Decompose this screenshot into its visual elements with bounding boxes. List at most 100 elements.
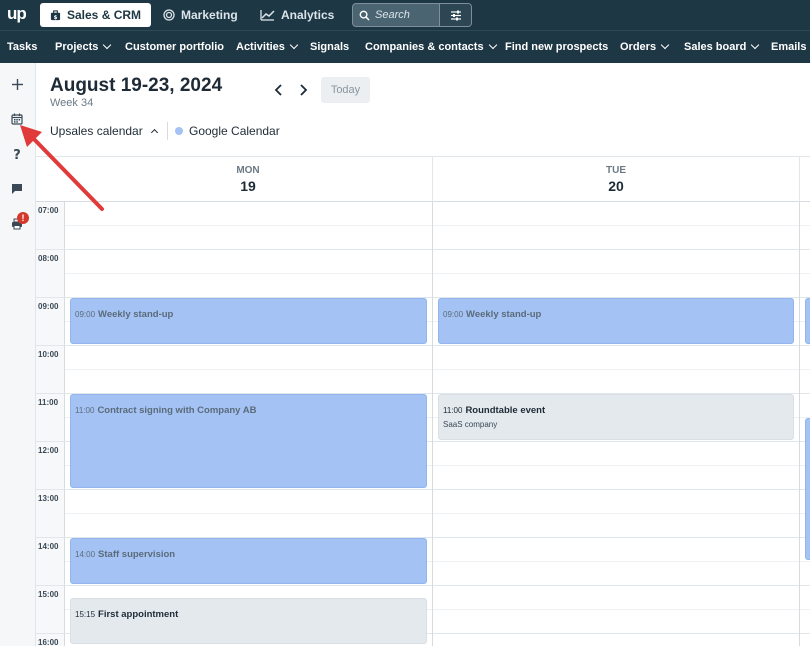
svg-text:?: ? <box>13 148 21 161</box>
time-label: 10:00 <box>38 350 59 359</box>
calendar-event-partial[interactable] <box>805 418 810 560</box>
grid-line <box>65 585 810 586</box>
divider <box>167 122 168 140</box>
day-divider <box>432 157 433 203</box>
week-label: Week 34 <box>50 97 94 109</box>
google-calendar-toggle[interactable]: Google Calendar <box>175 124 280 138</box>
nav-activities[interactable]: Activities <box>236 40 299 53</box>
nav-emails[interactable]: Emails <box>771 41 806 53</box>
chevron-down-icon <box>660 40 670 50</box>
nav-orders[interactable]: Orders <box>620 40 670 53</box>
day-divider <box>799 202 800 646</box>
grid-line <box>36 585 65 586</box>
nav-tasks[interactable]: Tasks <box>7 41 37 53</box>
grid-line <box>36 537 65 538</box>
nav-projects-label: Projects <box>55 41 99 53</box>
previous-week-button[interactable] <box>271 82 287 98</box>
calendar-event[interactable]: 15:15 First appointment <box>70 598 427 644</box>
printer-icon[interactable]: ! <box>9 212 29 232</box>
today-button[interactable]: Today <box>321 77 370 103</box>
calendar-event-partial[interactable] <box>805 298 810 344</box>
chevron-down-icon <box>289 40 299 50</box>
nav-customer-portfolio[interactable]: Customer portfolio <box>125 41 224 53</box>
grid-line <box>65 489 810 490</box>
time-label: 15:00 <box>38 590 59 599</box>
grid-line <box>65 249 810 250</box>
google-calendar-dot <box>175 127 183 135</box>
nav-activities-label: Activities <box>236 41 285 53</box>
time-label: 08:00 <box>38 254 59 263</box>
day-number: 20 <box>608 178 624 194</box>
event-time: 11:00 <box>443 406 463 415</box>
chevron-down-icon <box>488 40 497 50</box>
event-title: Weekly stand-up <box>98 309 174 320</box>
logo[interactable]: up <box>7 4 27 24</box>
nav-companies-contacts-label: Companies & contacts <box>365 41 484 53</box>
grid-line <box>36 393 65 394</box>
tab-marketing[interactable]: Marketing <box>163 3 238 27</box>
next-week-button[interactable] <box>295 82 311 98</box>
event-time: 11:00 <box>75 406 95 415</box>
nav-signals[interactable]: Signals <box>310 41 349 53</box>
plus-icon[interactable] <box>9 76 25 92</box>
calendar-event[interactable]: 09:00 Weekly stand-up <box>70 298 427 344</box>
calendar-event[interactable]: 09:00 Weekly stand-up <box>438 298 794 344</box>
grid-line <box>36 633 65 634</box>
chevron-right-icon <box>300 84 308 96</box>
nav-emails-label: Emails <box>771 41 807 53</box>
event-title: Contract signing with Company AB <box>97 405 257 416</box>
day-header-mon[interactable]: MON 19 <box>208 165 288 194</box>
nav-signals-label: Signals <box>310 41 350 53</box>
event-subtitle: SaaS company <box>443 420 498 429</box>
nav-find-new-prospects-label: Find new prospects <box>505 41 609 53</box>
event-title: First appointment <box>98 609 179 620</box>
grid-line <box>65 225 810 226</box>
alert-badge: ! <box>17 212 29 224</box>
grid-line <box>65 513 810 514</box>
day-divider <box>432 202 433 646</box>
nav-projects[interactable]: Projects <box>55 40 112 53</box>
chat-icon[interactable] <box>9 181 25 197</box>
calendar-event[interactable]: 14:00 Staff supervision <box>70 538 427 584</box>
calendar-select[interactable]: Upsales calendar <box>50 124 158 138</box>
tab-sales-crm-label: Sales & CRM <box>67 8 142 22</box>
time-label: 16:00 <box>38 638 59 646</box>
left-sidebar: ? ! <box>0 63 36 646</box>
time-label: 09:00 <box>38 302 59 311</box>
day-header-row: MON 19 TUE 20 <box>36 156 810 203</box>
day-divider <box>799 157 800 203</box>
chevron-up-icon <box>150 128 158 137</box>
tab-analytics[interactable]: Analytics <box>260 3 334 27</box>
event-title: Staff supervision <box>98 549 176 560</box>
event-title: Roundtable event <box>465 405 546 416</box>
tab-sales-crm[interactable]: $ Sales & CRM <box>40 3 152 27</box>
nav-find-new-prospects[interactable]: Find new prospects <box>505 41 608 53</box>
day-number: 19 <box>240 178 256 194</box>
grid-line <box>36 345 65 346</box>
search-filter-button[interactable] <box>439 4 471 26</box>
top-bar: up $ Sales & CRM Marketing Analytics <box>0 0 810 30</box>
time-label: 07:00 <box>38 206 59 215</box>
calendar-icon[interactable] <box>9 111 25 127</box>
day-header-tue[interactable]: TUE 20 <box>576 165 656 194</box>
briefcase-icon: $ <box>50 9 61 21</box>
search-icon <box>353 10 375 21</box>
time-label: 13:00 <box>38 494 59 503</box>
nav-orders-label: Orders <box>620 41 657 53</box>
event-title: Weekly stand-up <box>466 309 542 320</box>
grid-line <box>36 489 65 490</box>
search-input[interactable] <box>375 9 439 21</box>
day-name: MON <box>236 165 260 176</box>
nav-tasks-label: Tasks <box>7 41 38 53</box>
help-icon[interactable]: ? <box>9 146 25 162</box>
calendar-event[interactable]: 11:00 Roundtable event SaaS company <box>438 394 794 440</box>
page-title: August 19-23, 2024 <box>50 75 223 96</box>
main-nav: Tasks Projects Customer portfolio Activi… <box>0 30 810 63</box>
nav-companies-contacts[interactable]: Companies & contacts <box>365 40 497 53</box>
grid-line <box>36 249 65 250</box>
nav-sales-board[interactable]: Sales board <box>684 40 760 53</box>
google-calendar-label: Google Calendar <box>189 124 280 138</box>
calendar-event[interactable]: 11:00 Contract signing with Company AB <box>70 394 427 488</box>
line-chart-icon <box>260 9 275 21</box>
grid-line <box>65 345 810 346</box>
